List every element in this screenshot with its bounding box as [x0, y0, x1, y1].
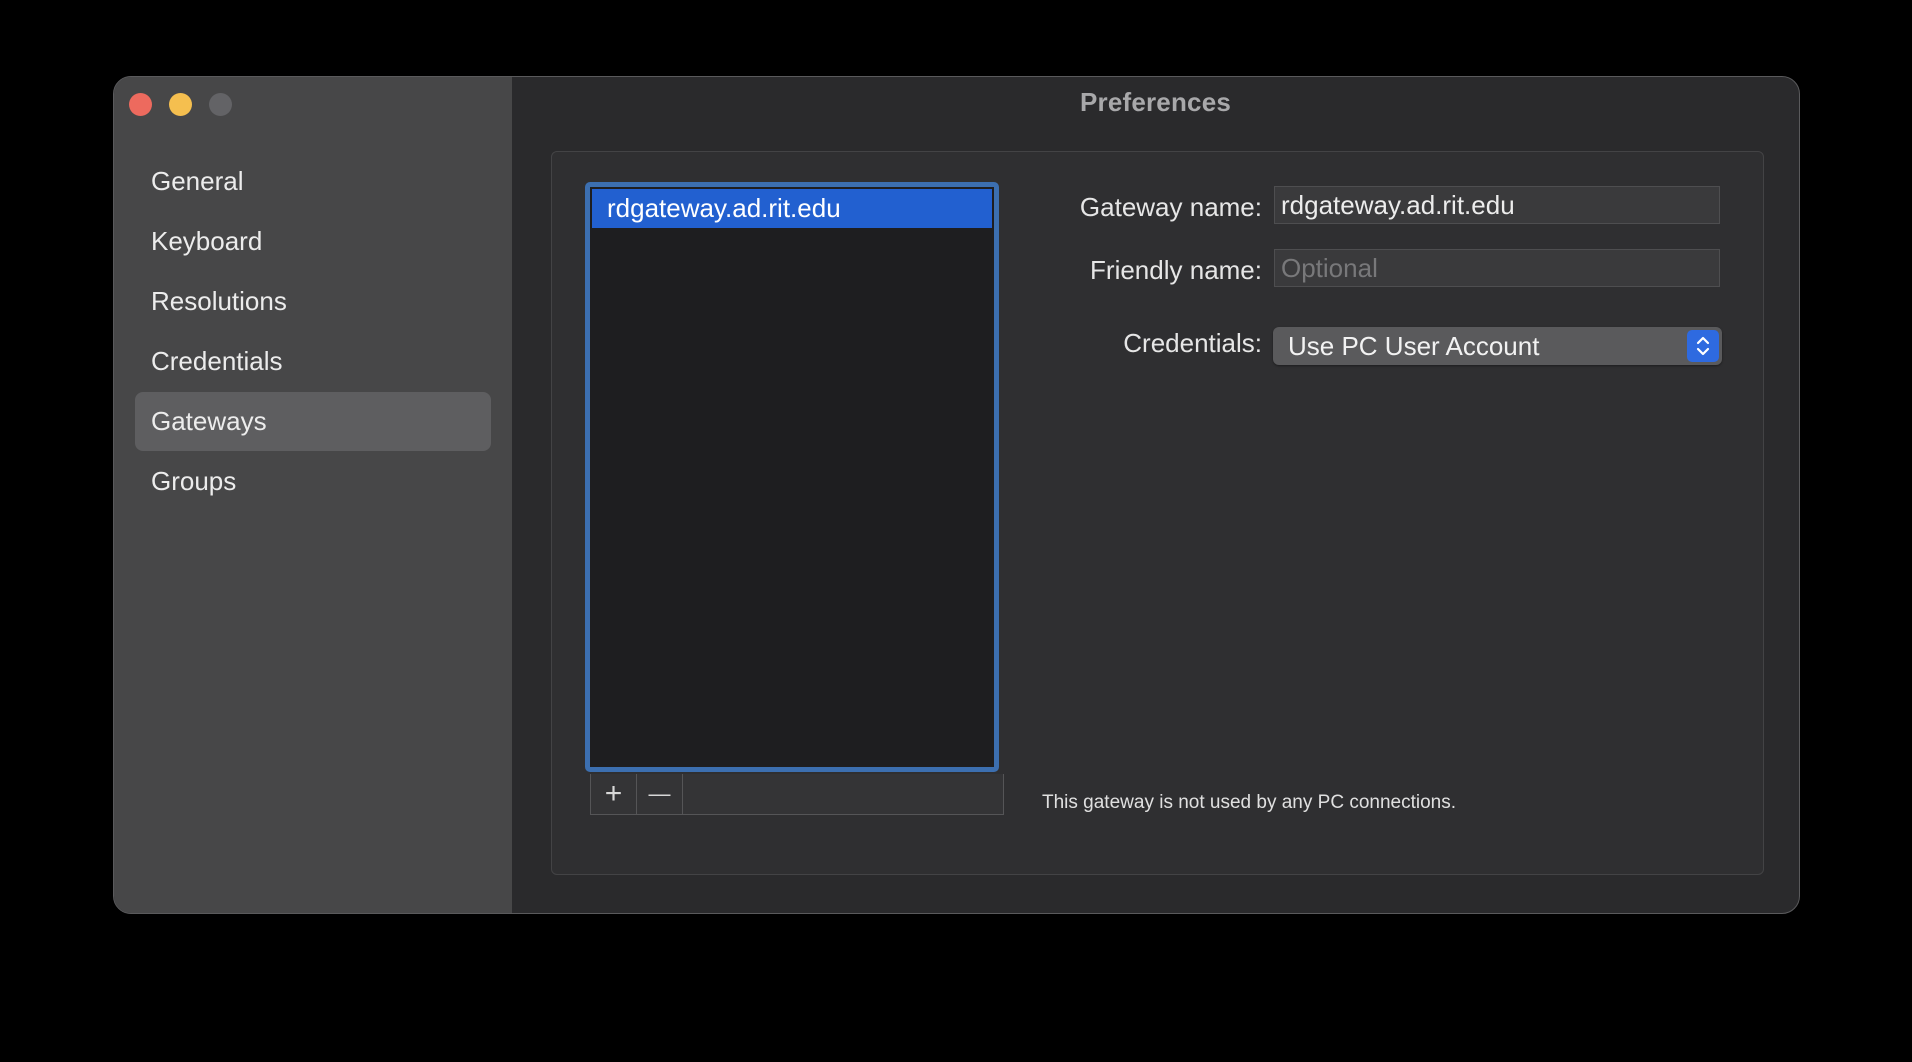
- friendly-name-field[interactable]: Optional: [1274, 249, 1720, 287]
- remove-gateway-button[interactable]: —: [637, 774, 683, 814]
- sidebar-item-credentials[interactable]: Credentials: [135, 332, 491, 391]
- friendly-name-label: Friendly name:: [1090, 255, 1262, 285]
- gateway-list-item[interactable]: rdgateway.ad.rit.edu: [592, 189, 992, 228]
- chevron-up-down-icon: [1687, 330, 1719, 362]
- sidebar-item-label: Resolutions: [151, 286, 287, 316]
- sidebar-item-label: Gateways: [151, 406, 267, 436]
- gateway-settings-panel: rdgateway.ad.rit.edu + — Gateway name: r…: [551, 151, 1764, 875]
- friendly-name-placeholder: Optional: [1281, 252, 1378, 283]
- sidebar: General Keyboard Resolutions Credentials…: [114, 77, 512, 913]
- gateway-name-field[interactable]: rdgateway.ad.rit.edu: [1274, 186, 1720, 224]
- window-title: Preferences: [1079, 87, 1232, 117]
- sidebar-item-label: Groups: [151, 466, 237, 496]
- sidebar-item-keyboard[interactable]: Keyboard: [135, 212, 491, 271]
- preferences-window: General Keyboard Resolutions Credentials…: [113, 76, 1800, 914]
- sidebar-item-gateways[interactable]: Gateways: [135, 392, 491, 451]
- sidebar-item-groups[interactable]: Groups: [135, 452, 491, 511]
- minus-icon: —: [648, 781, 671, 806]
- credentials-popup[interactable]: Use PC User Account: [1273, 327, 1722, 365]
- gateway-list-toolbar: + —: [590, 774, 1004, 815]
- sidebar-item-label: Credentials: [151, 346, 283, 376]
- gateway-usage-status: This gateway is not used by any PC conne…: [1042, 792, 1457, 813]
- credentials-label: Credentials:: [1123, 328, 1262, 358]
- plus-icon: +: [604, 777, 623, 810]
- gateway-name-value: rdgateway.ad.rit.edu: [1281, 189, 1515, 220]
- zoom-window-button: [209, 93, 232, 116]
- gateway-list-item-label: rdgateway.ad.rit.edu: [607, 193, 841, 223]
- gateway-name-label: Gateway name:: [1079, 192, 1262, 222]
- add-gateway-button[interactable]: +: [591, 774, 637, 814]
- credentials-popup-value: Use PC User Account: [1288, 330, 1540, 361]
- sidebar-item-label: General: [151, 166, 244, 196]
- sidebar-item-label: Keyboard: [151, 226, 263, 256]
- minimize-window-button[interactable]: [169, 93, 192, 116]
- close-window-button[interactable]: [129, 93, 152, 116]
- sidebar-item-general[interactable]: General: [135, 152, 491, 211]
- gateway-list[interactable]: rdgateway.ad.rit.edu: [585, 182, 999, 772]
- sidebar-item-resolutions[interactable]: Resolutions: [135, 272, 491, 331]
